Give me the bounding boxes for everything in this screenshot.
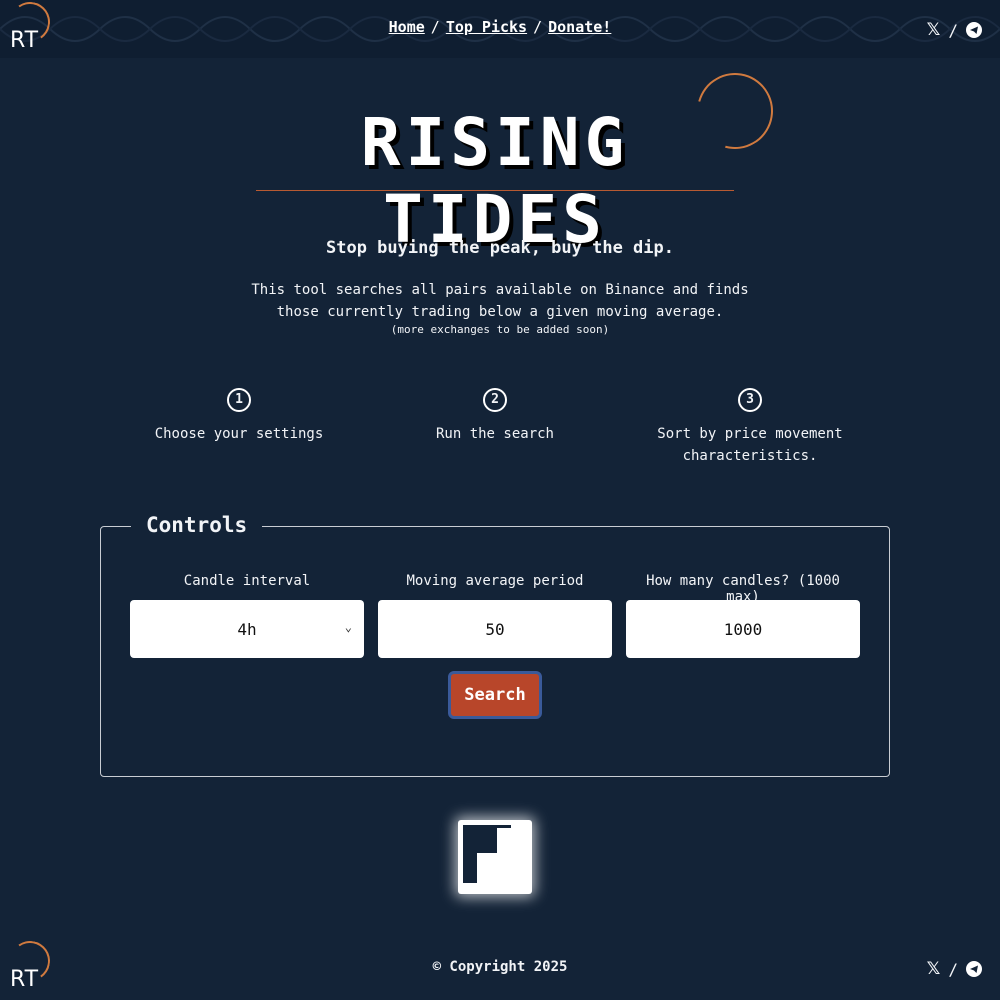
- loader-block: [463, 853, 477, 883]
- loading-icon: [458, 820, 532, 894]
- telegram-icon[interactable]: [966, 961, 982, 977]
- main-nav: Home / Top Picks / Donate!: [0, 18, 1000, 36]
- step-number-2-icon: 2: [483, 388, 507, 412]
- social-separator: /: [948, 959, 958, 979]
- loader-block: [463, 825, 497, 853]
- telegram-icon[interactable]: [966, 22, 982, 38]
- footer-social-links: 𝕏 /: [927, 959, 982, 979]
- page-title: RISING TIDES: [360, 104, 630, 258]
- title-underline: [256, 190, 734, 191]
- candles-count-input[interactable]: 1000: [626, 600, 860, 658]
- candle-interval-label: Candle interval: [183, 573, 311, 589]
- search-button[interactable]: Search: [448, 671, 542, 719]
- step-3: 3 Sort by price movement characteristics…: [620, 388, 880, 467]
- controls-fieldset: Controls Candle interval 4h ⌄ Moving ave…: [100, 513, 890, 777]
- tagline: Stop buying the peak, buy the dip.: [326, 238, 674, 258]
- social-separator: /: [948, 20, 958, 40]
- step-label: Sort by price movement characteristics.: [657, 426, 843, 464]
- ma-period-label: Moving average period: [406, 573, 584, 589]
- nav-donate-link[interactable]: Donate!: [548, 18, 611, 36]
- candle-interval-value: 4h: [237, 619, 257, 639]
- candle-interval-select[interactable]: 4h ⌄: [130, 600, 364, 658]
- social-links: 𝕏 /: [927, 20, 982, 40]
- step-1: 1 Choose your settings: [109, 388, 369, 445]
- ma-period-input[interactable]: 50: [378, 600, 612, 658]
- step-label: Choose your settings: [154, 426, 324, 442]
- step-2: 2 Run the search: [365, 388, 625, 445]
- chevron-down-icon: ⌄: [344, 620, 352, 634]
- ma-period-value: 50: [485, 619, 505, 639]
- x-icon[interactable]: 𝕏: [927, 959, 941, 979]
- x-icon[interactable]: 𝕏: [927, 20, 941, 40]
- step-number-3-icon: 3: [738, 388, 762, 412]
- step-number-1-icon: 1: [227, 388, 251, 412]
- copyright: © Copyright 2025: [432, 959, 568, 975]
- step-label: Run the search: [435, 426, 554, 442]
- description: This tool searches all pairs available o…: [251, 282, 749, 320]
- candles-count-value: 1000: [723, 619, 763, 639]
- nav-separator: /: [430, 18, 440, 36]
- nav-top-picks-link[interactable]: Top Picks: [446, 18, 527, 36]
- nav-home-link[interactable]: Home: [389, 18, 425, 36]
- loader-block: [497, 825, 511, 828]
- exchanges-note: (more exchanges to be added soon): [390, 323, 610, 336]
- nav-separator: /: [533, 18, 543, 36]
- controls-legend: Controls: [131, 513, 263, 537]
- top-bar: RT Home / Top Picks / Donate! 𝕏 /: [0, 0, 1000, 58]
